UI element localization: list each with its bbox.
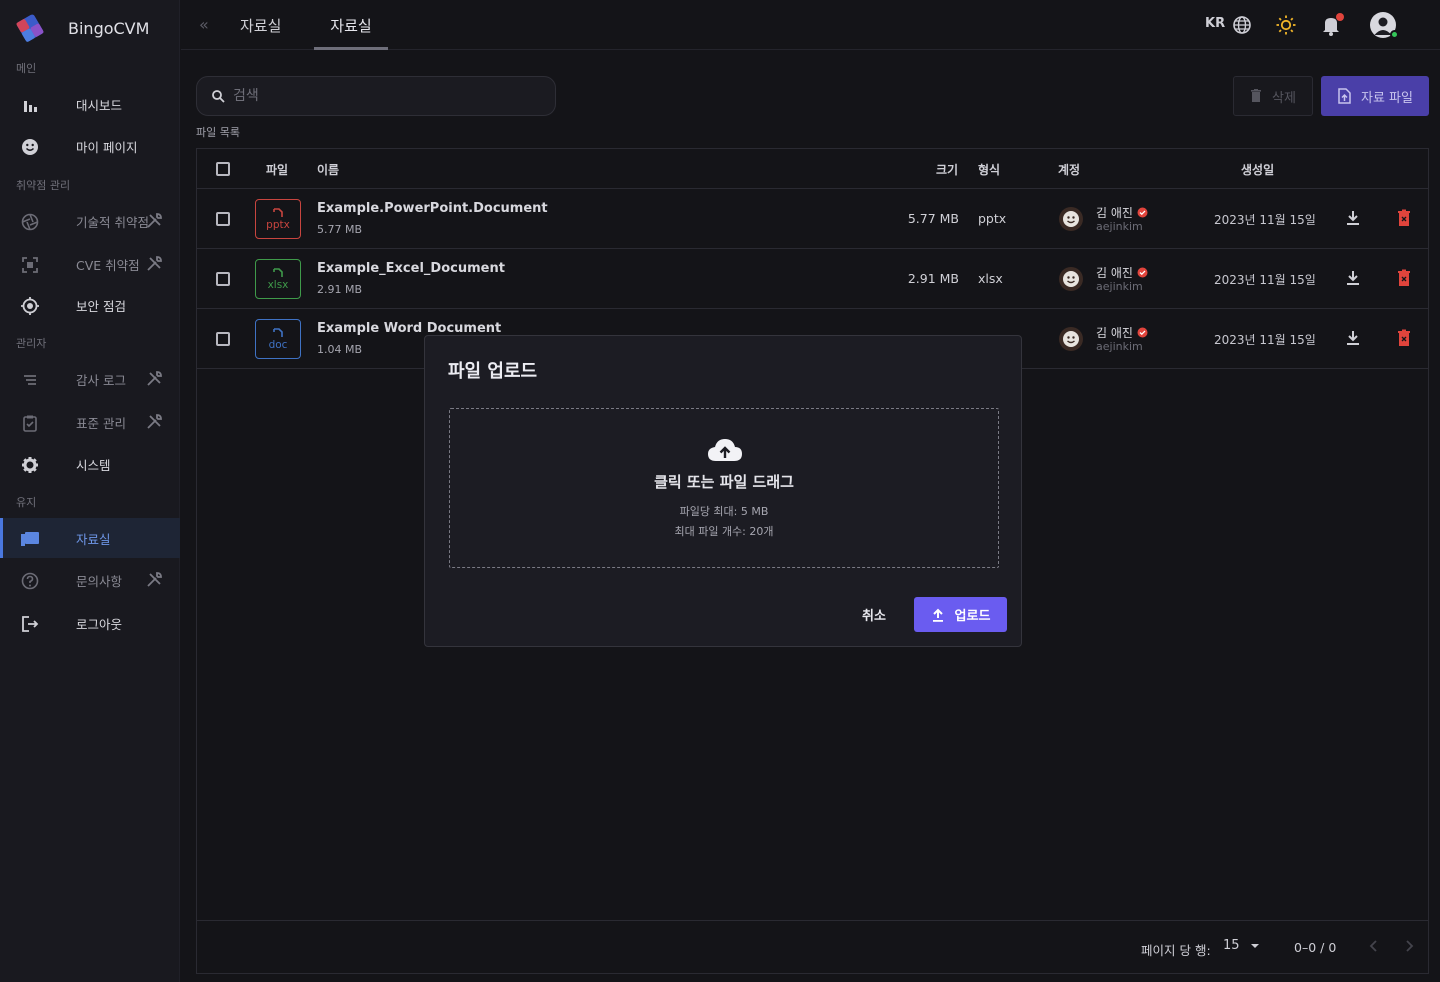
dropzone-main-text: 클릭 또는 파일 드래그	[654, 473, 794, 491]
cancel-button[interactable]: 취소	[848, 597, 900, 631]
upload-button-label: 업로드	[954, 609, 991, 624]
file-dropzone[interactable]: 클릭 또는 파일 드래그 파일당 최대: 5 MB 최대 파일 개수: 20개	[449, 408, 999, 568]
dropzone-size-limit: 파일당 최대: 5 MB	[679, 505, 769, 518]
cloud-upload-icon	[708, 439, 742, 461]
dropzone-count-limit: 최대 파일 개수: 20개	[674, 525, 774, 538]
upload-icon	[932, 608, 943, 622]
upload-button[interactable]: 업로드	[914, 597, 1007, 632]
upload-modal: 파일 업로드 클릭 또는 파일 드래그 파일당 최대: 5 MB 최대 파일 개…	[424, 335, 1022, 647]
modal-title: 파일 업로드	[448, 361, 538, 382]
